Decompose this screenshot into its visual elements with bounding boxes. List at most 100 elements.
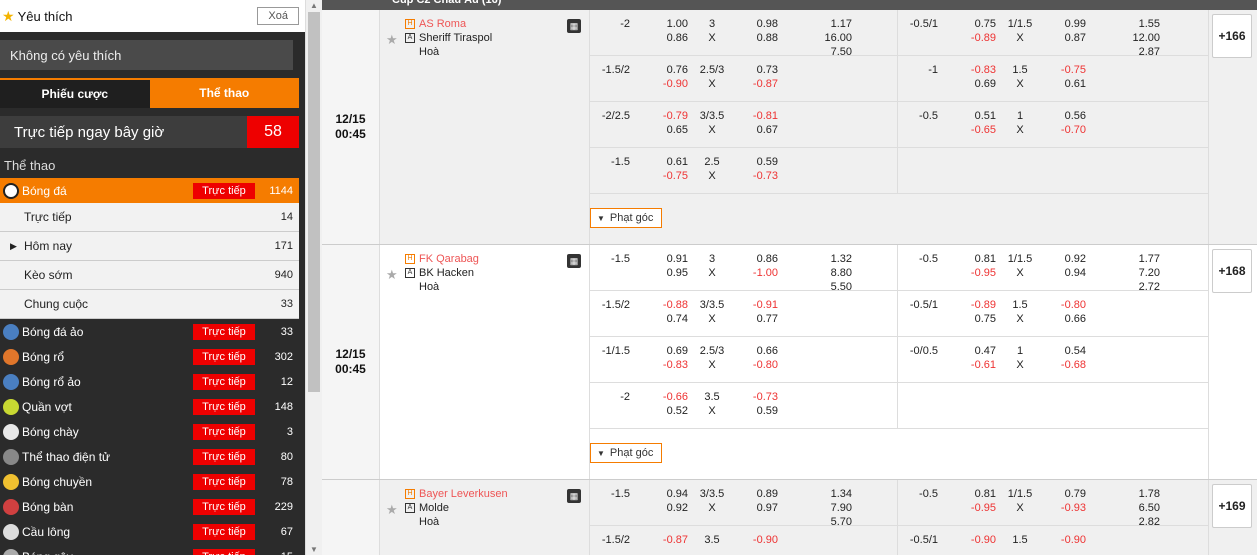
odds-value[interactable]: -1.00 (728, 266, 778, 280)
odds-value[interactable]: -0.90 (946, 533, 996, 547)
odds-value[interactable]: 0.56 (1036, 109, 1086, 123)
odds-value[interactable]: -0.89 (946, 31, 996, 45)
odds-value[interactable]: -0.87 (728, 77, 778, 91)
sidebar-item-sport[interactable]: Thể thao điện tử Trực tiếp 80 (0, 444, 299, 469)
odds-value[interactable]: -0.90 (638, 77, 688, 91)
sidebar-scrollbar[interactable]: ▲ ▼ (305, 0, 322, 555)
odds-value[interactable]: -2/2.5 (580, 109, 630, 123)
tab-sports[interactable]: Thể thao (149, 78, 299, 108)
sidebar-item-sport[interactable]: Quần vợt Trực tiếp 148 (0, 394, 299, 419)
odds-value[interactable]: -1.5/2 (580, 533, 630, 547)
odds-value[interactable]: 1.78 (1110, 487, 1160, 501)
odds-value[interactable]: 0.67 (728, 123, 778, 137)
odds-value[interactable]: -0.90 (728, 533, 778, 547)
odds-value[interactable]: -0.88 (638, 298, 688, 312)
odds-value[interactable]: 1.34 (802, 487, 852, 501)
odds-value[interactable]: -2 (580, 17, 630, 31)
odds-value[interactable]: 0.79 (1036, 487, 1086, 501)
odds-value[interactable]: -0.75 (638, 169, 688, 183)
odds-value[interactable]: 1.00 (638, 17, 688, 31)
odds-value[interactable]: -0.61 (946, 358, 996, 372)
sidebar-item-sport[interactable]: Bóng rổ ảo Trực tiếp 12 (0, 369, 299, 394)
odds-value[interactable]: 0.95 (638, 266, 688, 280)
sidebar-item-sport[interactable]: Bóng chày Trực tiếp 3 (0, 419, 299, 444)
odds-value[interactable]: 0.59 (728, 404, 778, 418)
corner-kicks-button[interactable]: ▼ Phạt góc (590, 443, 663, 463)
favorite-star-icon[interactable]: ★ (386, 32, 398, 48)
odds-value[interactable]: 7.90 (802, 501, 852, 515)
odds-value[interactable]: -1.5 (580, 487, 630, 501)
odds-value[interactable]: -0.91 (728, 298, 778, 312)
clear-favorites-button[interactable]: Xoá (257, 7, 299, 25)
stats-icon[interactable]: ▦ (567, 489, 581, 503)
odds-value[interactable]: 0.86 (638, 31, 688, 45)
odds-value[interactable]: -1.5 (580, 252, 630, 266)
odds-value[interactable]: -0.66 (638, 390, 688, 404)
odds-value[interactable]: 0.69 (638, 344, 688, 358)
odds-value[interactable]: 0.61 (638, 155, 688, 169)
sidebar-item-sport[interactable]: Bóng bàn Trực tiếp 229 (0, 494, 299, 519)
football-sub-item[interactable]: Kèo sớm 940 (0, 261, 299, 290)
sidebar-item-football[interactable]: Bóng đá Trực tiếp 1144 (0, 178, 299, 203)
odds-value[interactable]: 0.76 (638, 63, 688, 77)
odds-value[interactable]: -2 (580, 390, 630, 404)
stats-icon[interactable]: ▦ (567, 254, 581, 268)
odds-value[interactable]: -0.75 (1036, 63, 1086, 77)
odds-value[interactable]: 0.88 (728, 31, 778, 45)
odds-value[interactable]: 0.74 (638, 312, 688, 326)
odds-value[interactable]: 0.94 (1036, 266, 1086, 280)
odds-value[interactable]: -0.73 (728, 390, 778, 404)
odds-value[interactable]: 0.47 (946, 344, 996, 358)
odds-value[interactable]: 0.75 (946, 17, 996, 31)
sidebar-item-sport[interactable]: Bóng chuyền Trực tiếp 78 (0, 469, 299, 494)
football-sub-item[interactable]: Trực tiếp 14 (0, 203, 299, 232)
odds-value[interactable]: 8.80 (802, 266, 852, 280)
odds-value[interactable]: 0.81 (946, 252, 996, 266)
odds-value[interactable]: 7.20 (1110, 266, 1160, 280)
odds-value[interactable]: -0.65 (946, 123, 996, 137)
odds-value[interactable]: 0.92 (638, 501, 688, 515)
odds-value[interactable]: 0.97 (728, 501, 778, 515)
odds-value[interactable]: 0.91 (638, 252, 688, 266)
odds-value[interactable]: -0.81 (728, 109, 778, 123)
more-bets-button[interactable]: +166 (1212, 14, 1252, 58)
odds-value[interactable]: -0.80 (1036, 298, 1086, 312)
odds-value[interactable]: 12.00 (1110, 31, 1160, 45)
sidebar-item-sport[interactable]: Cầu lông Trực tiếp 67 (0, 519, 299, 544)
home-team[interactable]: H FK Qarabag (405, 253, 479, 265)
odds-value[interactable]: -1.5/2 (580, 298, 630, 312)
odds-value[interactable]: 1.32 (802, 252, 852, 266)
football-sub-item[interactable]: ▶ Hôm nay 171 (0, 232, 299, 261)
odds-value[interactable]: 0.92 (1036, 252, 1086, 266)
more-bets-button[interactable]: +169 (1212, 484, 1252, 528)
odds-value[interactable]: -0.95 (946, 501, 996, 515)
scroll-down-icon[interactable]: ▼ (310, 545, 318, 554)
scroll-up-icon[interactable]: ▲ (310, 1, 318, 10)
odds-value[interactable]: 0.66 (1036, 312, 1086, 326)
odds-value[interactable]: 6.50 (1110, 501, 1160, 515)
odds-value[interactable]: -0.80 (728, 358, 778, 372)
odds-value[interactable]: -0.5 (888, 487, 938, 501)
favorite-star-icon[interactable]: ★ (386, 267, 398, 283)
odds-value[interactable]: 0.98 (728, 17, 778, 31)
odds-value[interactable]: 0.54 (1036, 344, 1086, 358)
odds-value[interactable]: 0.99 (1036, 17, 1086, 31)
odds-value[interactable]: -1 (888, 63, 938, 77)
odds-value[interactable]: 0.51 (946, 109, 996, 123)
odds-value[interactable]: 16.00 (802, 31, 852, 45)
odds-value[interactable]: -0.5/1 (888, 533, 938, 547)
corner-kicks-button[interactable]: ▼ Phạt góc (590, 208, 663, 228)
odds-value[interactable]: -0.5 (888, 109, 938, 123)
odds-value[interactable]: 0.52 (638, 404, 688, 418)
odds-value[interactable]: -1.5/2 (580, 63, 630, 77)
odds-value[interactable]: -0.87 (638, 533, 688, 547)
home-team[interactable]: H AS Roma (405, 18, 466, 30)
home-team[interactable]: H Bayer Leverkusen (405, 488, 508, 500)
odds-value[interactable]: 0.77 (728, 312, 778, 326)
odds-value[interactable]: -0.79 (638, 109, 688, 123)
odds-value[interactable]: -0/0.5 (888, 344, 938, 358)
tab-bet-slip[interactable]: Phiếu cược (0, 78, 150, 108)
scroll-thumb[interactable] (308, 12, 320, 392)
odds-value[interactable]: -0.83 (946, 63, 996, 77)
odds-value[interactable]: -1/1.5 (580, 344, 630, 358)
